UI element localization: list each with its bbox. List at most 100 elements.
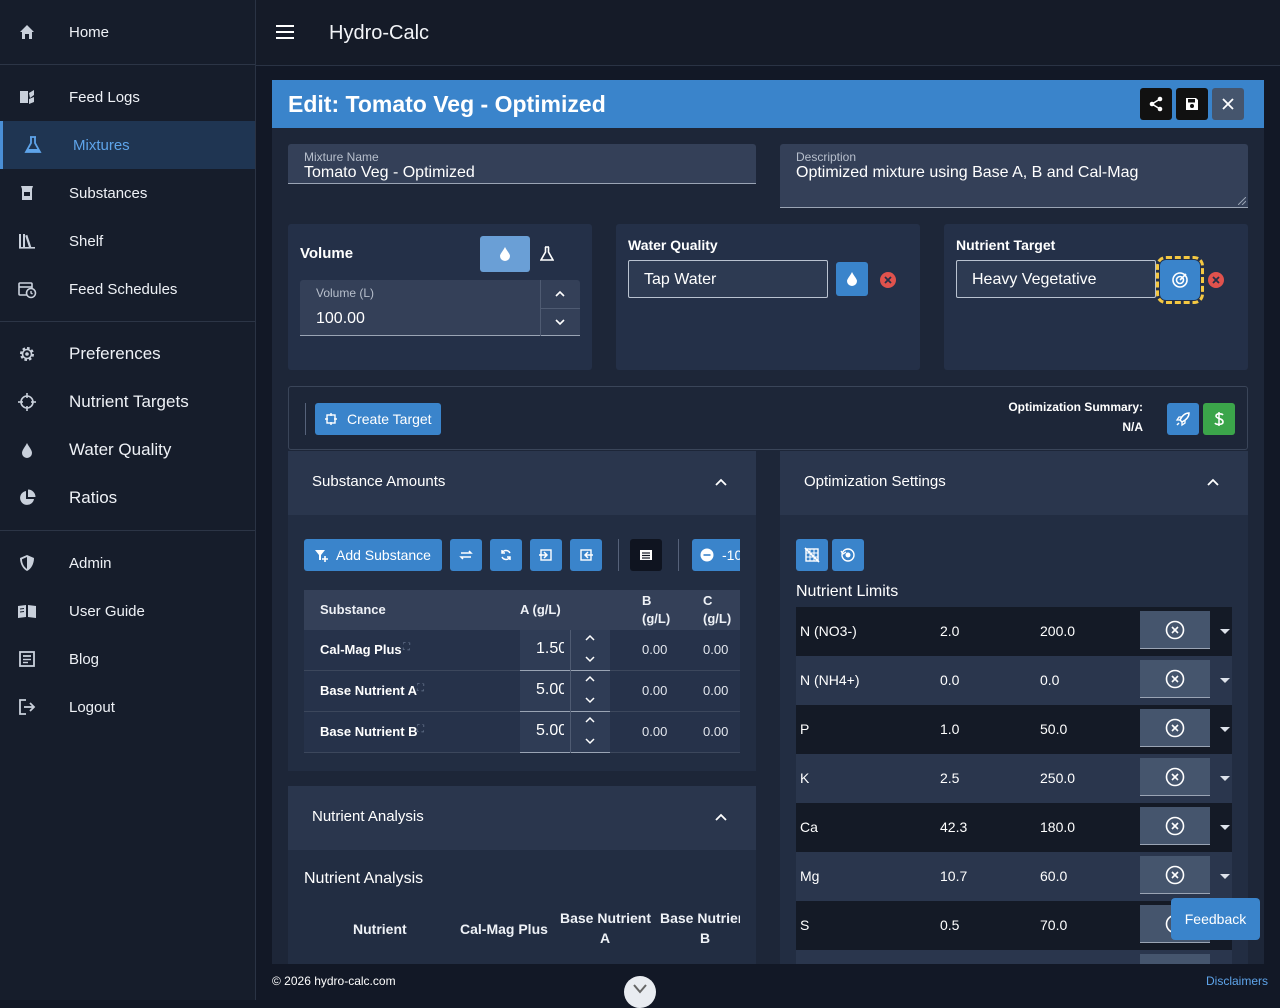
optimization-settings-header[interactable]: Optimization Settings (780, 451, 1248, 515)
amount-a-input[interactable]: 5.00 (520, 671, 610, 712)
swap-button[interactable] (450, 539, 482, 571)
scroll-down-button[interactable] (624, 976, 656, 1008)
chevron-down-icon[interactable] (584, 736, 596, 746)
substance-amounts-header[interactable]: Substance Amounts (288, 451, 756, 515)
chevron-up-icon[interactable] (714, 475, 728, 489)
sidebar-item-substances[interactable]: Substances (0, 169, 255, 217)
clear-limit-button[interactable] (1140, 709, 1210, 747)
clear-nutrient-target-icon[interactable] (1208, 272, 1224, 288)
sidebar-item-feed-logs[interactable]: Feed Logs (0, 73, 255, 121)
limit-min[interactable]: 0.5 (940, 917, 959, 933)
chevron-down-icon[interactable] (554, 317, 566, 327)
sidebar-item-preferences[interactable]: Preferences (0, 330, 255, 378)
import-button[interactable] (530, 539, 562, 571)
clear-limit-button[interactable] (1140, 954, 1210, 964)
sidebar-item-water-quality[interactable]: Water Quality (0, 426, 255, 474)
hamburger-menu-icon[interactable] (276, 23, 294, 41)
substance-toolbar: Add Substance -10 (304, 539, 740, 571)
limit-min[interactable]: 1.0 (940, 721, 959, 737)
chevron-down-icon[interactable] (584, 654, 596, 664)
shelf-icon (19, 234, 35, 249)
save-button[interactable] (1176, 88, 1208, 120)
nutrient-target-select[interactable]: Heavy Vegetative (956, 260, 1156, 298)
sidebar-item-feed-schedules[interactable]: Feed Schedules (0, 265, 255, 313)
sidebar-item-user-guide[interactable]: User Guide (0, 587, 255, 635)
disclaimers-link[interactable]: Disclaimers (1206, 974, 1268, 988)
edit-mixture-dialog: Edit: Tomato Veg - Optimized Mixture Nam… (272, 80, 1264, 964)
optimize-button[interactable] (1167, 403, 1199, 435)
volume-input[interactable]: Volume (L) 100.00 (300, 280, 580, 336)
chevron-up-icon[interactable] (714, 810, 728, 824)
description-field[interactable]: Description Optimized mixture using Base… (780, 144, 1248, 208)
clear-water-quality-icon[interactable] (880, 272, 896, 288)
nutrient-target-edit-button[interactable] (1156, 256, 1204, 304)
nutrient-analysis-header[interactable]: Nutrient Analysis (288, 786, 756, 850)
cost-optimize-button[interactable] (1203, 403, 1235, 435)
limit-max[interactable]: 180.0 (1040, 819, 1075, 835)
dropdown-arrow-icon[interactable] (1220, 874, 1230, 879)
chevron-up-icon[interactable] (584, 715, 596, 725)
limit-min[interactable]: 2.0 (940, 623, 959, 639)
info-icon[interactable]: ⛶ (417, 724, 424, 735)
sidebar-item-admin[interactable]: Admin (0, 539, 255, 587)
clear-limit-button[interactable] (1140, 660, 1210, 698)
water-quality-select[interactable]: Tap Water (628, 260, 828, 298)
feedback-button[interactable]: Feedback (1171, 898, 1260, 940)
add-substance-button[interactable]: Add Substance (304, 539, 442, 571)
chevron-up-icon[interactable] (584, 674, 596, 684)
limit-nutrient: N (NO3-) (800, 623, 857, 639)
amount-a-input[interactable]: 1.50 (520, 630, 610, 671)
dropdown-arrow-icon[interactable] (1220, 629, 1230, 634)
chevron-down-icon[interactable] (584, 695, 596, 705)
sidebar-item-mixtures[interactable]: Mixtures (0, 121, 255, 169)
limit-nutrient: N (NH4+) (800, 672, 860, 688)
info-icon[interactable]: ⛶ (417, 683, 424, 694)
sidebar-item-logout[interactable]: Logout (0, 683, 255, 731)
limit-min[interactable]: 10.7 (940, 868, 967, 884)
limit-max[interactable]: 60.0 (1040, 868, 1067, 884)
limit-max[interactable]: 250.0 (1040, 770, 1075, 786)
create-target-button[interactable]: Create Target (315, 403, 441, 435)
refresh-button[interactable] (490, 539, 522, 571)
sidebar-item-ratios[interactable]: Ratios (0, 474, 255, 522)
clear-limit-button[interactable] (1140, 807, 1210, 845)
info-icon[interactable]: ⛶ (403, 642, 410, 653)
clear-limit-button[interactable] (1140, 758, 1210, 796)
limit-max[interactable]: 200.0 (1040, 623, 1075, 639)
limit-max[interactable]: 70.0 (1040, 917, 1067, 933)
dropdown-arrow-icon[interactable] (1220, 727, 1230, 732)
volume-unit-liquid-toggle[interactable] (480, 236, 530, 272)
grid-off-button[interactable] (796, 539, 828, 571)
chevron-up-icon[interactable] (554, 289, 566, 299)
water-quality-edit-button[interactable] (836, 262, 868, 296)
sidebar-item-blog[interactable]: Blog (0, 635, 255, 683)
limit-max[interactable]: 0.0 (1040, 672, 1059, 688)
limit-max[interactable]: 50.0 (1040, 721, 1067, 737)
chevron-up-icon[interactable] (584, 633, 596, 643)
amount-a-input[interactable]: 5.00 (520, 712, 610, 753)
table-view-button[interactable] (630, 539, 662, 571)
reset-limits-button[interactable] (832, 539, 864, 571)
share-button[interactable] (1140, 88, 1172, 120)
dropdown-arrow-icon[interactable] (1220, 678, 1230, 683)
limit-min[interactable]: 42.3 (940, 819, 967, 835)
limit-min[interactable]: 0.0 (940, 672, 959, 688)
chevron-up-icon[interactable] (1206, 475, 1220, 489)
mixture-name-field[interactable]: Mixture Name Tomato Veg - Optimized (288, 144, 756, 184)
volume-unit-solid-toggle[interactable] (540, 246, 554, 262)
sidebar-item-shelf[interactable]: Shelf (0, 217, 255, 265)
clear-limit-button[interactable] (1140, 611, 1210, 649)
export-button[interactable] (570, 539, 602, 571)
gear-icon (20, 347, 34, 361)
sidebar-item-home[interactable]: Home (0, 8, 255, 56)
close-circle-icon (1165, 718, 1185, 737)
decrease-10-button[interactable]: -10 (692, 539, 740, 571)
resize-handle-icon[interactable] (1238, 197, 1246, 205)
limit-min[interactable]: 2.5 (940, 770, 959, 786)
clear-limit-button[interactable] (1140, 856, 1210, 894)
table-row: Base Nutrient B ⛶ 5.00 0.00 0.00 (304, 712, 740, 753)
close-dialog-button[interactable] (1212, 88, 1244, 120)
sidebar-item-nutrient-targets[interactable]: Nutrient Targets (0, 378, 255, 426)
dropdown-arrow-icon[interactable] (1220, 825, 1230, 830)
dropdown-arrow-icon[interactable] (1220, 776, 1230, 781)
